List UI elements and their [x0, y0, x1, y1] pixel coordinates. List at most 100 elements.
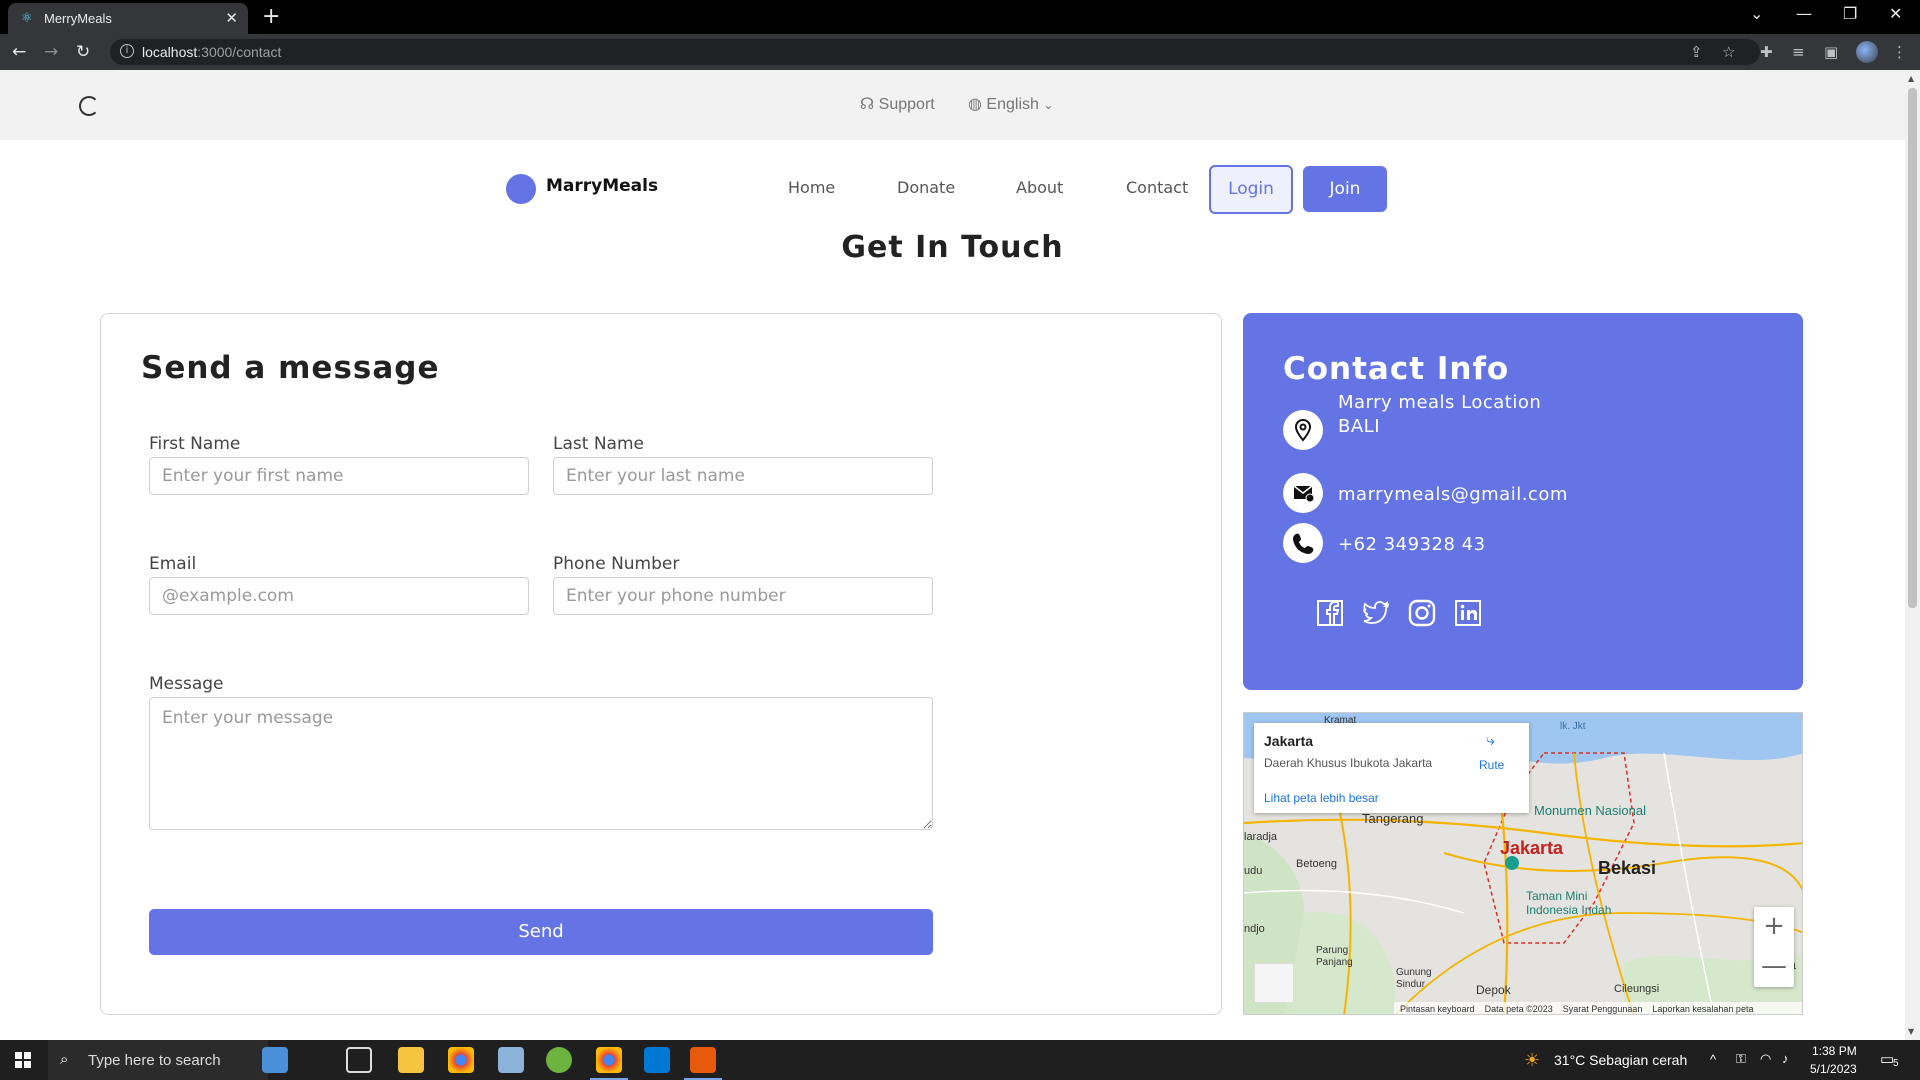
page-scrollbar[interactable]: ▲ ▼ — [1905, 70, 1920, 1040]
google-map[interactable]: Kramat lk. Jkt Monumen Nasional Tangeran… — [1243, 712, 1803, 1015]
windows-taskbar: ⌕ Type here to search ☀ 31°C Sebagian ce… — [0, 1040, 1920, 1080]
email-label: Email — [149, 554, 197, 574]
search-icon: ⌕ — [60, 1051, 69, 1068]
site-info-icon[interactable]: i — [120, 44, 134, 58]
nav-home[interactable]: Home — [788, 178, 835, 197]
contact-info-title: Contact Info — [1283, 351, 1510, 387]
volume-icon[interactable]: ♪ — [1782, 1051, 1789, 1066]
map-label: Taman Mini — [1526, 889, 1588, 903]
close-window-icon[interactable]: ✕ — [1889, 4, 1902, 23]
email-input[interactable] — [149, 577, 529, 615]
map-report-link[interactable]: Laporkan kesalahan peta — [1652, 1004, 1753, 1014]
close-tab-icon[interactable]: ✕ — [225, 9, 238, 27]
task-view-icon[interactable] — [346, 1047, 372, 1073]
directions-icon[interactable]: ⤷ — [1486, 733, 1502, 749]
minimize-icon[interactable]: — — [1796, 4, 1812, 23]
app-icon[interactable] — [498, 1047, 524, 1073]
scrollbar-thumb[interactable] — [1908, 88, 1917, 608]
street-view-pegman-icon[interactable] — [1254, 963, 1294, 1003]
map-label: Sindur — [1396, 979, 1425, 990]
contact-info-card: Contact Info Marry meals Location BALI m… — [1243, 313, 1803, 690]
taskbar-search[interactable]: ⌕ Type here to search — [48, 1040, 268, 1080]
map-label: Cileungsi — [1614, 983, 1660, 995]
tray-app-icon[interactable]: ⚿ — [1736, 1051, 1746, 1067]
clock-date[interactable]: 5/1/2023 — [1810, 1062, 1857, 1076]
weather-icon[interactable]: ☀ — [1524, 1050, 1540, 1071]
contact-email[interactable]: marrymeals@gmail.com — [1338, 483, 1568, 507]
message-form-card: Send a message First Name Last Name Emai… — [100, 313, 1222, 1015]
scroll-up-icon[interactable]: ▲ — [1908, 74, 1914, 83]
map-keyboard-shortcuts[interactable]: Pintasan keyboard — [1400, 1004, 1475, 1014]
tab-title: MerryMeals — [44, 11, 112, 26]
file-explorer-icon[interactable] — [398, 1047, 424, 1073]
chrome-active-icon[interactable] — [596, 1047, 622, 1073]
map-label: Jakarta — [1500, 838, 1564, 858]
tray-chevron-icon[interactable]: ^ — [1710, 1052, 1716, 1067]
contact-phone[interactable]: +62 349328 43 — [1338, 533, 1486, 557]
chevron-down-icon: ⌄ — [1043, 98, 1054, 112]
map-label: Indonesia Indah — [1526, 903, 1612, 917]
back-icon[interactable]: ← — [12, 42, 26, 62]
zoom-in-button[interactable]: + — [1754, 907, 1794, 947]
spring-tool-icon[interactable] — [546, 1047, 572, 1073]
last-name-input[interactable] — [553, 457, 933, 495]
nav-donate[interactable]: Donate — [897, 178, 955, 197]
map-label: Bekasi — [1598, 858, 1657, 878]
map-label: Tangerang — [1362, 811, 1424, 826]
login-button[interactable]: Login — [1209, 165, 1293, 214]
wifi-icon[interactable]: ◠ — [1760, 1051, 1771, 1067]
map-terms-link[interactable]: Syarat Penggunaan — [1563, 1004, 1643, 1014]
phone-input[interactable] — [553, 577, 933, 615]
nav-contact[interactable]: Contact — [1126, 178, 1188, 197]
new-tab-icon[interactable]: + — [262, 4, 280, 29]
tab-search-icon[interactable]: ⌄ — [1750, 4, 1763, 23]
scroll-down-icon[interactable]: ▼ — [1908, 1027, 1914, 1036]
chrome-icon[interactable] — [448, 1047, 474, 1073]
brand-logo[interactable] — [506, 174, 536, 204]
brand-name[interactable]: MarryMeals — [546, 176, 658, 196]
restore-icon[interactable]: ❐ — [1843, 4, 1857, 23]
directions-link[interactable]: Rute — [1479, 758, 1504, 772]
location-pin-icon — [1283, 410, 1323, 450]
extensions-icon[interactable]: ✚ — [1760, 43, 1773, 61]
nav-about[interactable]: About — [1016, 178, 1063, 197]
browser-tab[interactable]: ⚛ MerryMeals ✕ — [8, 3, 248, 34]
reload-icon[interactable]: ↻ — [76, 42, 90, 62]
twitter-icon[interactable] — [1361, 598, 1391, 628]
message-textarea[interactable] — [149, 697, 933, 830]
map-label: ndjo — [1244, 923, 1265, 935]
browser-menu-icon[interactable]: ⋮ — [1892, 43, 1907, 61]
map-label: lk. Jkt — [1560, 721, 1586, 732]
message-label: Message — [149, 674, 224, 694]
join-button[interactable]: Join — [1303, 166, 1387, 212]
reading-list-icon[interactable]: ≡ — [1792, 43, 1805, 61]
support-link[interactable]: ☊ Support — [860, 94, 935, 114]
send-button[interactable]: Send — [149, 909, 933, 955]
side-panel-icon[interactable]: ▣ — [1824, 43, 1838, 61]
facebook-icon[interactable] — [1315, 598, 1345, 628]
clock-time[interactable]: 1:38 PM — [1812, 1044, 1857, 1058]
bookmark-star-icon[interactable]: ☆ — [1722, 43, 1735, 61]
windows-start-icon[interactable] — [15, 1052, 31, 1068]
forward-icon[interactable]: → — [44, 42, 58, 62]
form-title: Send a message — [141, 350, 440, 386]
instagram-icon[interactable] — [1407, 598, 1437, 628]
weather-text[interactable]: 31°C Sebagian cerah — [1554, 1052, 1687, 1068]
vscode-icon[interactable] — [644, 1047, 670, 1073]
intellij-icon[interactable] — [690, 1047, 716, 1073]
url-text[interactable]: localhost:3000/contact — [142, 44, 281, 60]
linkedin-icon[interactable] — [1453, 598, 1483, 628]
profile-avatar[interactable] — [1856, 41, 1878, 63]
larger-map-link[interactable]: Lihat peta lebih besar — [1264, 791, 1379, 805]
search-highlight-icon[interactable] — [262, 1047, 288, 1073]
share-icon[interactable]: ⇪ — [1690, 43, 1703, 61]
map-label: Depok — [1476, 983, 1511, 997]
address-bar[interactable]: i localhost:3000/contact — [110, 39, 1760, 65]
zoom-out-button[interactable]: — — [1754, 947, 1794, 987]
first-name-input[interactable] — [149, 457, 529, 495]
language-selector[interactable]: ◍ English ⌄ — [968, 94, 1053, 114]
map-label: Monumen Nasional — [1534, 803, 1647, 818]
map-label: Parung — [1316, 945, 1349, 956]
headset-icon: ☊ — [860, 96, 875, 113]
mail-icon — [1283, 473, 1323, 513]
